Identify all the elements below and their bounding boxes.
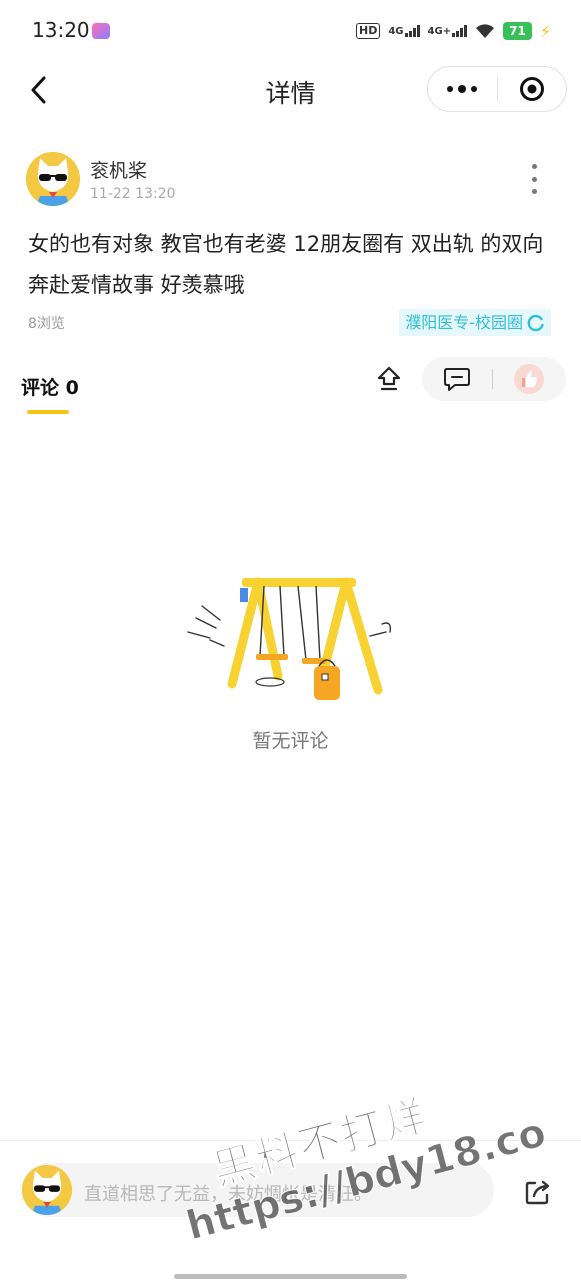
share-out-icon bbox=[525, 1180, 550, 1205]
status-indicators: HD 4G 4G+ 71 ⚡ bbox=[356, 20, 551, 42]
comment-button[interactable] bbox=[422, 357, 492, 401]
close-button[interactable] bbox=[498, 67, 567, 111]
status-bar: 13:20 HD 4G 4G+ 71 ⚡ bbox=[0, 0, 581, 62]
more-dots-icon bbox=[447, 85, 478, 93]
swing-illustration-icon bbox=[187, 577, 392, 700]
bottom-bar: 直道相思了无益，未妨惆怅是清狂。 bbox=[0, 1140, 581, 1280]
actions-pill bbox=[422, 357, 566, 401]
vertical-dots-icon bbox=[531, 164, 537, 194]
post-content: 女的也有对象 教官也有老婆 12朋友圈有 双出轨 的双向奔赴爱情故事 好羡慕哦 bbox=[28, 232, 544, 297]
signal-icon: 4G+ bbox=[428, 25, 468, 37]
thumbs-up-icon bbox=[514, 364, 544, 394]
cat-avatar-icon bbox=[26, 152, 80, 206]
more-button[interactable] bbox=[428, 67, 497, 111]
network-label: 4G bbox=[388, 26, 404, 37]
target-circle-icon bbox=[519, 77, 544, 101]
status-time: 13:20 bbox=[32, 18, 90, 42]
mini-program-capsule bbox=[427, 66, 567, 112]
view-count: 8浏览 bbox=[28, 316, 65, 332]
hd-icon: HD bbox=[356, 23, 381, 39]
share-button[interactable] bbox=[373, 363, 405, 395]
wifi-icon bbox=[476, 24, 495, 38]
avatar bbox=[22, 1165, 72, 1215]
circle-tag[interactable]: 濮阳医专-校园圈 bbox=[399, 309, 551, 336]
nav-bar: 详情 bbox=[0, 62, 581, 118]
refresh-icon bbox=[527, 314, 544, 331]
comment-input-placeholder[interactable]: 直道相思了无益，未妨惆怅是清狂。 bbox=[84, 1180, 372, 1206]
avatar[interactable] bbox=[26, 152, 80, 206]
chevron-left-icon bbox=[31, 76, 46, 104]
comment-icon bbox=[444, 368, 470, 391]
empty-state-text: 暂无评论 bbox=[252, 730, 329, 752]
share-out-button[interactable] bbox=[521, 1175, 555, 1209]
network-label: 4G+ bbox=[427, 26, 452, 37]
app-icon bbox=[92, 23, 110, 39]
share-up-icon bbox=[377, 366, 401, 391]
like-button[interactable] bbox=[493, 357, 565, 401]
signal-icon: 4G bbox=[388, 25, 420, 37]
home-indicator bbox=[174, 1274, 407, 1279]
post-time: 11-22 13:20 bbox=[90, 186, 176, 202]
tab-indicator bbox=[27, 410, 69, 414]
battery-icon: 71 bbox=[503, 22, 532, 40]
tab-comments[interactable]: 评论 0 bbox=[21, 373, 79, 400]
back-button[interactable] bbox=[22, 70, 54, 110]
author-name[interactable]: 衮杋桨 bbox=[90, 156, 147, 183]
charging-icon: ⚡ bbox=[539, 21, 551, 41]
author-row: 衮杋桨 11-22 13:20 bbox=[26, 152, 556, 208]
post-more-button[interactable] bbox=[524, 164, 544, 194]
circle-tag-label: 濮阳医专-校园圈 bbox=[405, 313, 523, 332]
cat-avatar-icon bbox=[22, 1165, 72, 1215]
